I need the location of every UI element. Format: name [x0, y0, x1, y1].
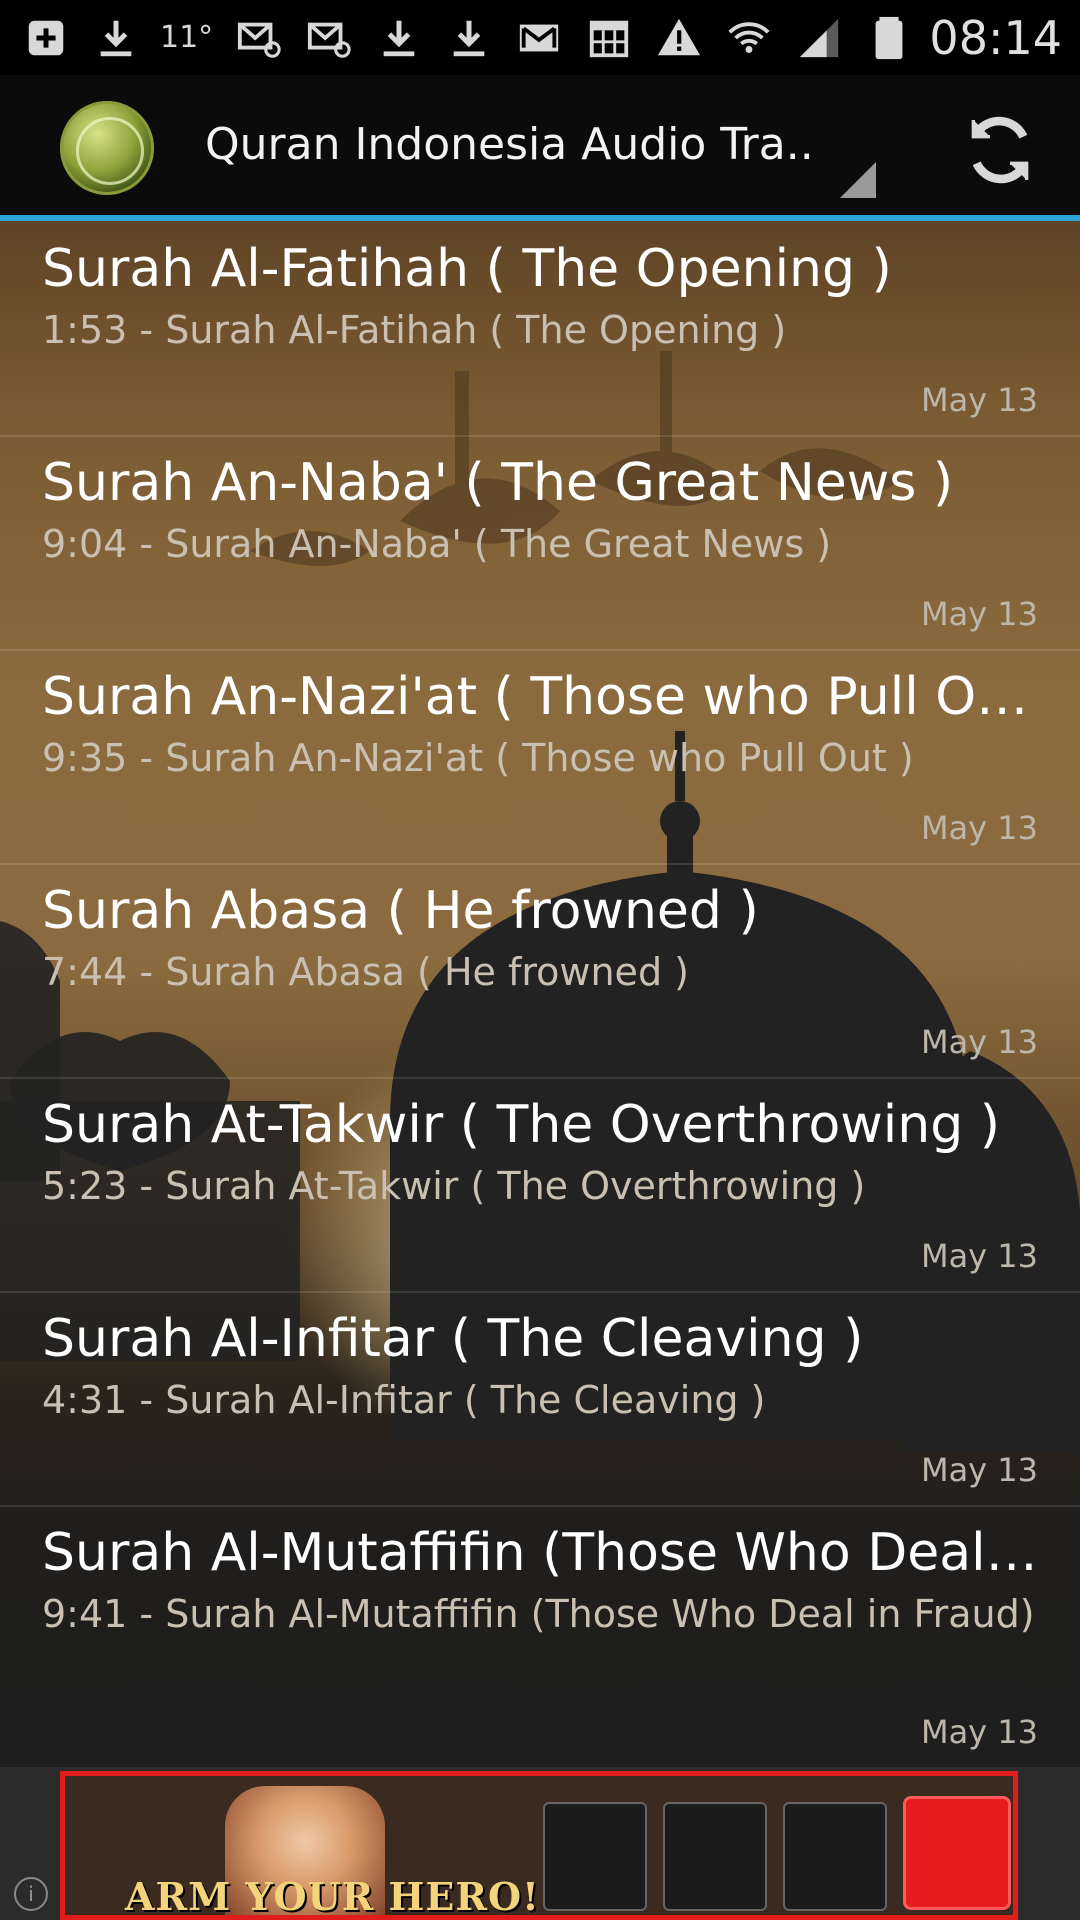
calendar-icon [585, 14, 633, 62]
surah-list[interactable]: Surah Al-Fatihah ( The Opening ) 1:53 - … [0, 221, 1080, 1767]
wifi-icon [725, 14, 773, 62]
surah-subtitle: 5:23 - Surah At-Takwir ( The Overthrowin… [42, 1164, 866, 1208]
surah-date: May 13 [920, 1023, 1038, 1061]
list-item[interactable]: Surah An-Naba' ( The Great News ) 9:04 -… [0, 435, 1080, 651]
surah-title: Surah Al-Fatihah ( The Opening ) [42, 239, 892, 299]
add-box-icon [22, 14, 70, 62]
surah-subtitle: 9:35 - Surah An-Nazi'at ( Those who Pull… [42, 736, 914, 780]
surah-title: Surah Al-Mutaffifin (Those Who Deal in… [42, 1523, 1042, 1583]
temperature-text: 11° [160, 20, 214, 55]
status-bar: 11° 08:14 [0, 0, 1080, 75]
surah-date: May 13 [920, 1237, 1038, 1275]
surah-title: Surah At-Takwir ( The Overthrowing ) [42, 1095, 1001, 1155]
gmail-icon [515, 14, 563, 62]
surah-subtitle: 9:41 - Surah Al-Mutaffifin (Those Who De… [42, 1592, 1035, 1636]
ad-item-sword-icon [903, 1796, 1011, 1910]
ad-item-axe-icon [783, 1802, 887, 1911]
download-icon [92, 14, 140, 62]
surah-subtitle: 9:04 - Surah An-Naba' ( The Great News ) [42, 522, 832, 566]
quran-logo-ring [76, 117, 144, 185]
list-item[interactable]: Surah An-Nazi'at ( Those who Pull Out ) … [0, 649, 1080, 865]
list-item[interactable]: Surah At-Takwir ( The Overthrowing ) 5:2… [0, 1077, 1080, 1293]
battery-icon [865, 14, 913, 62]
surah-subtitle: 7:44 - Surah Abasa ( He frowned ) [42, 950, 689, 994]
surah-date: May 13 [920, 809, 1038, 847]
list-item[interactable]: Surah Abasa ( He frowned ) 7:44 - Surah … [0, 863, 1080, 1079]
list-item[interactable]: Surah Al-Infitar ( The Cleaving ) 4:31 -… [0, 1291, 1080, 1507]
ad-banner[interactable]: ARM YOUR HERO! [60, 1771, 1018, 1920]
refresh-button[interactable] [955, 105, 1045, 195]
download-icon [375, 14, 423, 62]
signal-icon [795, 14, 843, 62]
download-icon [445, 14, 493, 62]
surah-date: May 13 [920, 1451, 1038, 1489]
list-item[interactable]: Surah Al-Mutaffifin (Those Who Deal in… … [0, 1505, 1080, 1767]
surah-date: May 13 [920, 1713, 1038, 1751]
surah-date: May 13 [920, 595, 1038, 633]
action-bar: Quran Indonesia Audio Tra.. [0, 75, 1080, 221]
surah-title: Surah An-Nazi'at ( Those who Pull Out ) [42, 667, 1042, 727]
surah-subtitle: 4:31 - Surah Al-Infitar ( The Cleaving ) [42, 1378, 766, 1422]
surah-subtitle: 1:53 - Surah Al-Fatihah ( The Opening ) [42, 308, 787, 352]
refresh-icon [971, 116, 1029, 184]
spinner-indicator-icon [840, 162, 876, 198]
surah-title: Surah Abasa ( He frowned ) [42, 881, 759, 941]
surah-title: Surah An-Naba' ( The Great News ) [42, 453, 954, 513]
surah-date: May 13 [920, 381, 1038, 419]
ad-item-scythe-icon [543, 1802, 647, 1911]
info-icon[interactable]: i [14, 1877, 48, 1911]
list-item[interactable]: Surah Al-Fatihah ( The Opening ) 1:53 - … [0, 221, 1080, 437]
quran-logo-icon[interactable] [60, 101, 154, 195]
app-title-spinner[interactable]: Quran Indonesia Audio Tra.. [205, 119, 825, 170]
warning-icon [655, 14, 703, 62]
mail-at-icon [305, 14, 353, 62]
ad-item-mace-icon [663, 1802, 767, 1911]
ad-area: i ARM YOUR HERO! [0, 1767, 1080, 1920]
clock: 08:14 [929, 10, 1062, 65]
surah-title: Surah Al-Infitar ( The Cleaving ) [42, 1309, 864, 1369]
mail-at-icon [235, 14, 283, 62]
ad-text: ARM YOUR HERO! [125, 1874, 540, 1919]
